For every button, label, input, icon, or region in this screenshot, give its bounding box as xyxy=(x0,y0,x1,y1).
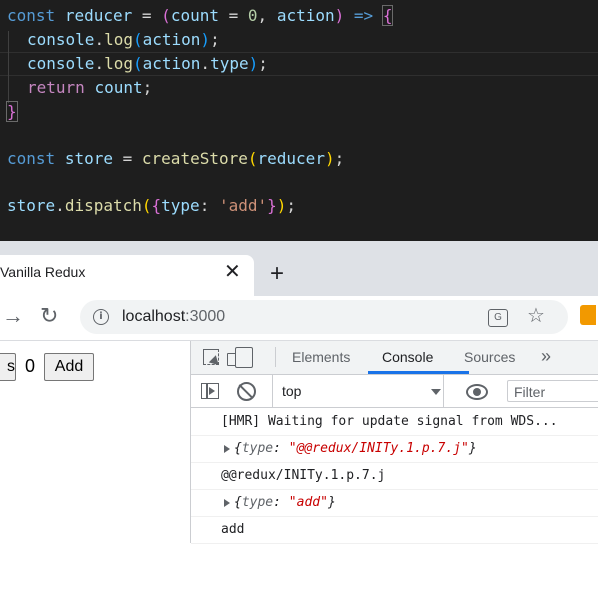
browser-toolbar: → ↻ i localhost:3000 G ☆ xyxy=(0,296,598,341)
code-editor[interactable]: const reducer = (count = 0, action) => {… xyxy=(0,0,598,241)
count-display: 0 xyxy=(25,356,36,376)
inspect-element-icon[interactable] xyxy=(203,349,219,365)
code-line-2: console.log(action); xyxy=(27,30,220,49)
code-line-4: return count; xyxy=(27,78,153,97)
minus-button[interactable]: s xyxy=(0,353,16,381)
console-object-message[interactable]: {type: "@@redux/INITy.1.p.7.j"} xyxy=(191,435,598,463)
plus-icon[interactable]: + xyxy=(270,260,284,288)
browser-tab[interactable]: Vanilla Redux ✕ xyxy=(0,255,254,296)
device-toolbar-icon[interactable] xyxy=(227,347,253,368)
clear-console-icon[interactable] xyxy=(237,382,256,401)
tab-sources[interactable]: Sources xyxy=(464,341,515,374)
add-button[interactable]: Add xyxy=(44,353,94,381)
active-tab-indicator xyxy=(368,371,469,374)
console-object-message[interactable]: {type: "add"} xyxy=(191,489,598,517)
translate-icon[interactable]: G xyxy=(488,309,508,327)
console-message: add xyxy=(191,516,598,544)
tab-console[interactable]: Console xyxy=(382,341,433,374)
close-icon[interactable]: ✕ xyxy=(224,260,241,284)
devtools-tabbar: Elements Console Sources » xyxy=(191,341,598,375)
expand-triangle-icon[interactable] xyxy=(224,499,230,507)
address-bar[interactable]: i localhost:3000 G ☆ xyxy=(80,300,568,334)
code-line-1: const reducer = (count = 0, action) => { xyxy=(7,5,394,26)
more-tabs-icon[interactable]: » xyxy=(541,341,551,372)
tab-title: Vanilla Redux xyxy=(0,264,86,280)
star-icon[interactable]: ☆ xyxy=(527,303,545,329)
console-message: @@redux/INITy.1.p.7.j xyxy=(191,462,598,490)
context-selector[interactable]: top xyxy=(272,375,444,407)
url-text: localhost:3000 xyxy=(122,308,226,325)
forward-icon[interactable]: → xyxy=(2,304,24,328)
code-line-7: const store = createStore(reducer); xyxy=(7,149,345,168)
page-content: s 0 Add xyxy=(0,341,190,543)
info-icon[interactable]: i xyxy=(93,309,109,325)
console-message: [HMR] Waiting for update signal from WDS… xyxy=(191,408,598,436)
live-expression-eye-icon[interactable] xyxy=(466,384,488,400)
reload-icon[interactable]: ↻ xyxy=(40,304,58,328)
code-line-3: console.log(action.type); xyxy=(27,54,268,73)
expand-triangle-icon[interactable] xyxy=(224,445,230,453)
tab-elements[interactable]: Elements xyxy=(292,341,350,374)
indent-guide xyxy=(8,31,9,103)
show-sidebar-icon[interactable] xyxy=(201,383,219,399)
console-toolbar: top Filter xyxy=(191,375,598,408)
extension-icon[interactable] xyxy=(580,305,596,325)
chevron-down-icon xyxy=(431,389,441,395)
devtools-panel: Elements Console Sources » top Filter [H… xyxy=(190,341,598,544)
context-label: top xyxy=(282,383,302,399)
console-messages: [HMR] Waiting for update signal from WDS… xyxy=(191,408,598,544)
code-line-9: store.dispatch({type: 'add'}); xyxy=(7,196,297,215)
divider xyxy=(275,347,276,367)
filter-input[interactable]: Filter xyxy=(507,380,598,402)
code-line-5: } xyxy=(6,101,18,122)
